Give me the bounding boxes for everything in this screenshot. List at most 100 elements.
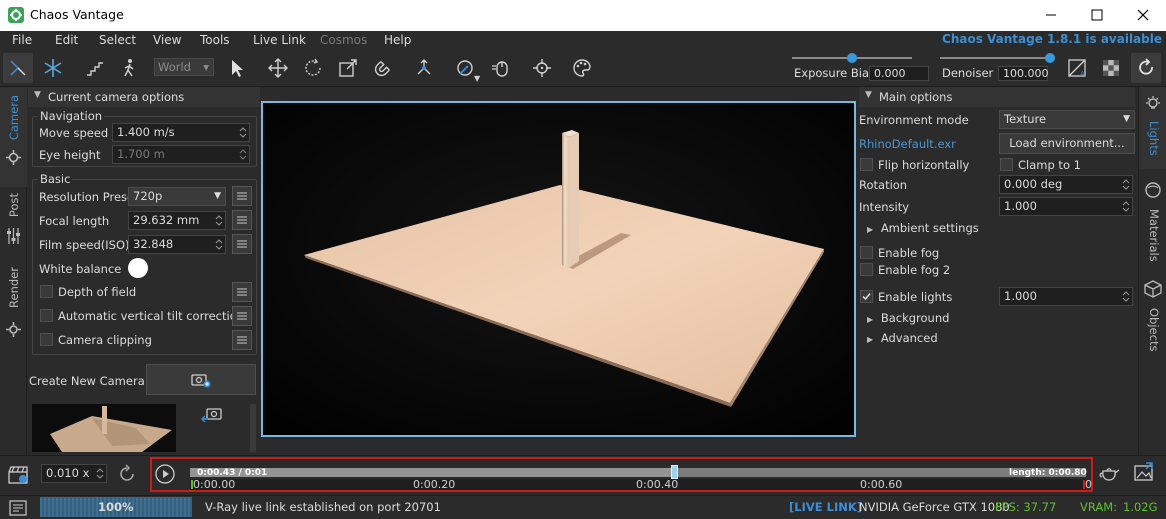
background-expander[interactable]: ▶ Background (867, 311, 949, 325)
move-tool-button[interactable] (263, 53, 293, 83)
chevron-down-icon[interactable]: ▼ (474, 74, 480, 83)
spinner-arrows-icon[interactable] (96, 467, 104, 480)
snap-tool-button[interactable] (368, 53, 398, 83)
create-camera-button[interactable] (146, 364, 256, 395)
select-tool-button[interactable] (222, 53, 252, 83)
menu-tools[interactable]: Tools (200, 33, 230, 47)
lights-multiplier-field[interactable]: 1.000 (999, 287, 1133, 306)
coordinate-space-select[interactable]: World ▾ (154, 58, 214, 76)
tab-objects[interactable]: Objects (1139, 275, 1166, 361)
render-viewport[interactable] (261, 101, 856, 437)
ambient-settings-expander[interactable]: ▶ Ambient settings (867, 221, 979, 235)
menu-select[interactable]: Select (99, 33, 136, 47)
enable-fog2-checkbox[interactable] (860, 263, 873, 276)
white-balance-swatch[interactable] (128, 258, 148, 278)
spinner-arrows-icon[interactable] (1122, 290, 1130, 303)
rotate-tool-button[interactable] (298, 53, 328, 83)
flip-horizontally-label: Flip horizontally (878, 158, 970, 172)
spinner-arrows-icon[interactable] (215, 238, 223, 251)
spinner-arrows-icon[interactable] (239, 126, 247, 139)
scale-tool-button[interactable] (333, 53, 363, 83)
live-link-indicator[interactable]: [LIVE LINK] (789, 500, 862, 514)
film-speed-field[interactable]: 32.848 (128, 235, 226, 254)
navigate-tool-button[interactable] (3, 53, 33, 83)
auto-exposure-button[interactable]: A (1062, 53, 1092, 83)
material-picker-icon (457, 60, 473, 76)
depth-of-field-checkbox[interactable] (40, 285, 53, 298)
tab-lights[interactable]: Lights (1139, 87, 1166, 169)
tab-materials[interactable]: Materials (1139, 175, 1166, 267)
main-options-header[interactable]: ▼ Main options (859, 87, 1135, 107)
thumbnail-scrollbar[interactable] (250, 404, 256, 452)
playback-speed-field[interactable]: 0.010 x (41, 464, 107, 483)
tilt-correction-checkbox[interactable] (40, 309, 53, 322)
camera-switch-icon[interactable] (200, 407, 224, 425)
exposure-bias-slider-handle[interactable] (847, 53, 857, 63)
focal-length-menu-button[interactable] (232, 210, 252, 230)
menu-help[interactable]: Help (384, 33, 411, 47)
resolution-preset-label: Resolution Preset (39, 190, 139, 204)
enable-fog-checkbox[interactable] (860, 246, 873, 259)
spinner-arrows-icon[interactable] (215, 214, 223, 227)
tick-label: 0:00.40 (636, 478, 679, 491)
enable-lights-checkbox[interactable] (860, 290, 873, 303)
pivot-tool-button[interactable] (409, 53, 439, 83)
teapot-button[interactable] (1097, 463, 1121, 483)
refresh-render-button[interactable] (1131, 53, 1161, 83)
clapperboard-icon[interactable] (7, 464, 29, 484)
play-button[interactable] (154, 463, 176, 485)
menu-file[interactable]: File (12, 33, 32, 47)
move-speed-field[interactable]: 1.400 m/s (112, 123, 250, 142)
camera-clipping-menu-button[interactable] (232, 330, 252, 350)
update-notice-link[interactable]: Chaos Vantage 1.8.1 is available (942, 32, 1162, 46)
stairs-tool-button[interactable] (80, 53, 110, 83)
menu-edit[interactable]: Edit (55, 33, 78, 47)
environment-file-link[interactable]: RhinoDefault.exr (859, 137, 956, 151)
menu-view[interactable]: View (153, 33, 181, 47)
focal-length-field[interactable]: 29.632 mm (128, 211, 226, 230)
maximize-button[interactable] (1082, 4, 1112, 26)
spinner-arrows-icon[interactable] (1122, 200, 1130, 213)
spinner-arrows-icon[interactable] (239, 148, 247, 161)
exposure-bias-field[interactable]: 0.000 (869, 66, 929, 81)
rotation-field[interactable]: 0.000 deg (999, 175, 1133, 194)
tab-camera-label: Camera (6, 95, 21, 141)
environment-mode-select[interactable]: Texture ▼ (999, 110, 1135, 129)
tab-post[interactable]: Post (0, 189, 27, 259)
timeline-playhead[interactable] (670, 465, 678, 479)
eye-height-field[interactable]: 1.700 m (112, 145, 250, 164)
denoiser-field[interactable]: 100.000 (998, 66, 1049, 81)
clamp-checkbox[interactable] (1000, 158, 1013, 171)
denoiser-slider-handle[interactable] (1045, 53, 1055, 63)
coordinate-space-value: World (158, 60, 191, 74)
flip-horizontally-checkbox[interactable] (860, 158, 873, 171)
menu-live-link[interactable]: Live Link (253, 33, 306, 47)
camera-options-header[interactable]: ▼ Current camera options (28, 87, 260, 107)
export-image-button[interactable] (1132, 461, 1156, 483)
resolution-preset-menu-button[interactable] (232, 186, 252, 206)
walk-tool-button[interactable] (114, 53, 144, 83)
camera-clipping-checkbox[interactable] (40, 333, 53, 346)
intensity-field[interactable]: 1.000 (999, 197, 1133, 216)
reset-playback-button[interactable] (116, 463, 138, 485)
tab-render[interactable]: Render (0, 263, 27, 343)
palette-tool-button[interactable] (567, 53, 597, 83)
advanced-expander[interactable]: ▶ Advanced (867, 331, 938, 345)
tab-camera[interactable]: Camera (0, 87, 27, 187)
log-icon[interactable] (9, 500, 27, 516)
denoiser-slider[interactable] (940, 57, 1050, 59)
select-object-button[interactable] (486, 53, 516, 83)
focus-tool-button[interactable] (527, 53, 557, 83)
load-environment-button[interactable]: Load environment... (999, 133, 1135, 154)
film-speed-menu-button[interactable] (232, 234, 252, 254)
spinner-arrows-icon[interactable] (1122, 178, 1130, 191)
tilt-correction-menu-button[interactable] (232, 306, 252, 326)
rotate-icon (305, 58, 321, 76)
minimize-button[interactable] (1036, 4, 1066, 26)
camera-thumbnail[interactable] (32, 404, 176, 452)
depth-of-field-menu-button[interactable] (232, 282, 252, 302)
resolution-preset-select[interactable]: 720p ▼ (128, 187, 226, 206)
close-button[interactable] (1128, 4, 1158, 26)
snowflake-tool-button[interactable] (38, 53, 68, 83)
checker-toggle-button[interactable] (1096, 53, 1126, 83)
